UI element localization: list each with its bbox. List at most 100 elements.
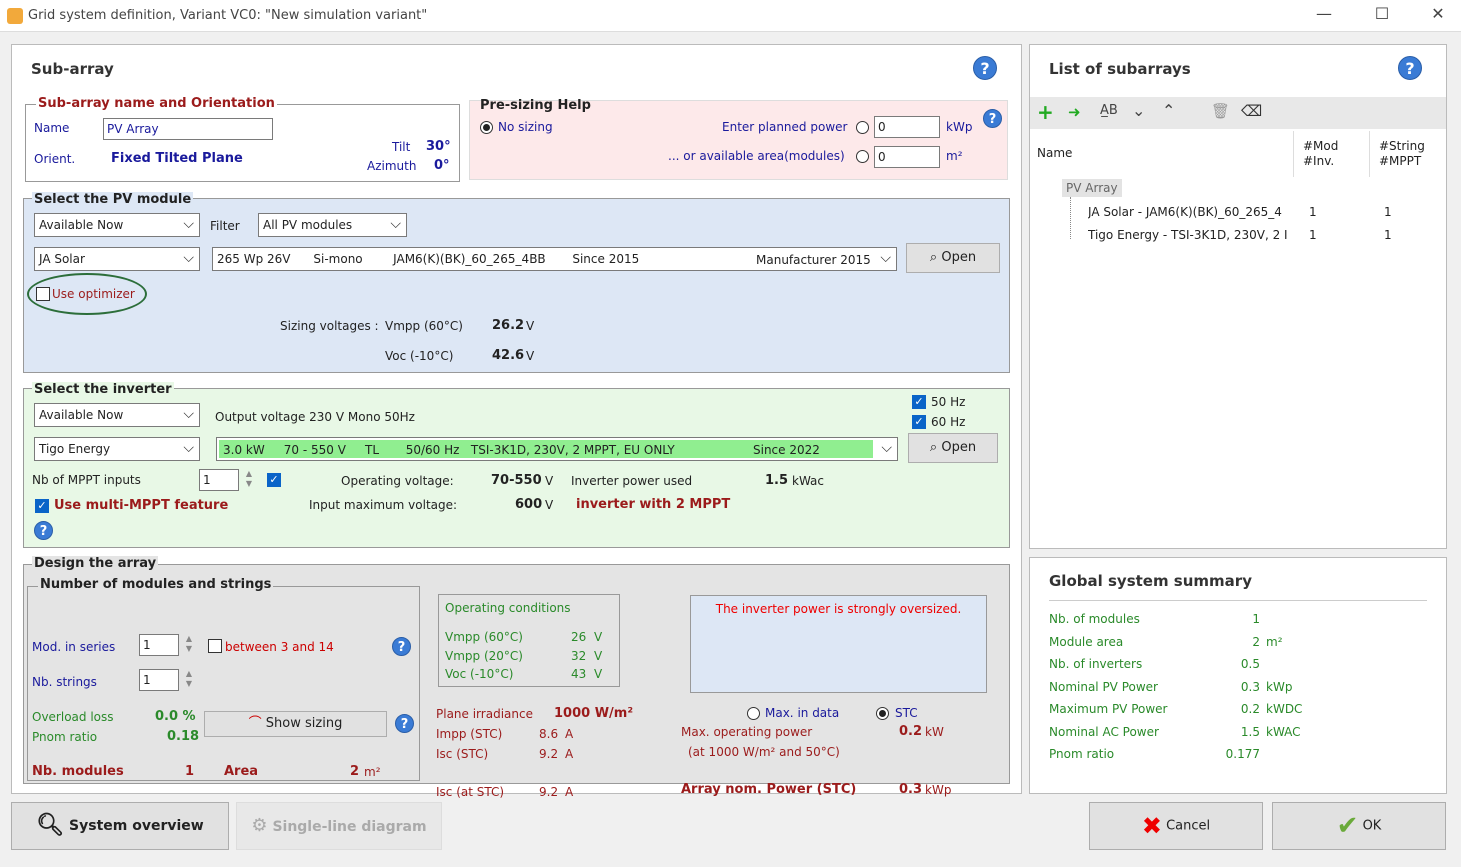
eraser-icon[interactable]: ⌫ bbox=[1241, 102, 1262, 120]
inverter-power-label: Inverter power used bbox=[571, 474, 693, 488]
available-area-input[interactable]: 0 bbox=[874, 146, 940, 168]
subarray-panel: Sub-array ? Sub-array name and Orientati… bbox=[11, 44, 1022, 799]
module-manufacturer-select[interactable]: JA Solar ⌵ bbox=[34, 247, 200, 271]
summary-divider bbox=[1049, 600, 1427, 601]
col-mod-label: #Mod bbox=[1303, 139, 1339, 153]
array-nom-power-unit: kWp bbox=[925, 783, 952, 797]
col-string-header: #String #MPPT bbox=[1379, 139, 1425, 169]
tree-item-inverter[interactable]: Tigo Energy - TSI-3K1D, 230V, 2 I bbox=[1088, 228, 1294, 242]
chevron-up-icon[interactable]: ⌃ bbox=[1162, 101, 1175, 120]
inverter-availability-select[interactable]: Available Now ⌵ bbox=[34, 403, 200, 427]
input-max-voltage-unit: V bbox=[545, 498, 554, 512]
name-orientation-group: Sub-array name and Orientation Name PV A… bbox=[25, 96, 460, 182]
summary-label: Module area bbox=[1049, 634, 1124, 649]
inverter-open-button[interactable]: ⌕ Open bbox=[908, 433, 998, 463]
system-overview-button[interactable]: 🔍︎ System overview bbox=[11, 802, 229, 850]
opcond-row-label: Vmpp (20°C) bbox=[445, 649, 523, 663]
presizing-group: Pre-sizing Help No sizing Enter planned … bbox=[469, 98, 1008, 180]
name-label: Name bbox=[34, 121, 70, 135]
show-sizing-button[interactable]: ⌒ Show sizing bbox=[204, 711, 387, 737]
presizing-help-icon[interactable]: ? bbox=[983, 109, 1002, 128]
presizing-legend: Pre-sizing Help bbox=[480, 98, 591, 113]
tree-item-module-string: 1 bbox=[1384, 205, 1392, 219]
planned-power-input[interactable]: 0 bbox=[874, 116, 940, 138]
nb-mppt-input[interactable]: 1 bbox=[199, 469, 239, 491]
close-window-button[interactable]: ✕ bbox=[1424, 4, 1452, 23]
inverter-manufacturer-value: Tigo Energy bbox=[39, 442, 111, 456]
mod-series-help-icon[interactable]: ? bbox=[392, 637, 411, 656]
max-operating-power-condition: (at 1000 W/m² and 50°C) bbox=[688, 745, 840, 759]
subarray-help-icon[interactable]: ? bbox=[973, 56, 997, 80]
tilt-label: Tilt bbox=[392, 140, 411, 154]
chevron-down-icon: ⌵ bbox=[183, 406, 194, 422]
module-availability-select[interactable]: Available Now ⌵ bbox=[34, 213, 200, 237]
summary-label: Nb. of modules bbox=[1049, 612, 1140, 626]
maximize-button[interactable]: ☐ bbox=[1368, 4, 1396, 23]
tree-root-pv-array[interactable]: PV Array bbox=[1062, 179, 1122, 197]
app-icon bbox=[7, 8, 23, 24]
summary-value: 0.3 bbox=[1240, 679, 1260, 694]
summary-unit: kWDC bbox=[1266, 702, 1303, 716]
show-sizing-help-icon[interactable]: ? bbox=[395, 714, 414, 733]
single-line-diagram-button[interactable]: ⚙ Single-line diagram bbox=[236, 802, 442, 850]
search-icon: ⌕ bbox=[929, 250, 942, 265]
isc-at-stc-label: Isc (at STC) bbox=[436, 785, 505, 799]
name-input[interactable]: PV Array bbox=[103, 118, 273, 140]
use-optimizer-checkbox[interactable] bbox=[36, 287, 50, 301]
nb-mppt-checkbox[interactable]: ✓ bbox=[267, 473, 281, 487]
rename-icon[interactable]: A̲B bbox=[1100, 103, 1118, 118]
design-legend: Design the array bbox=[32, 556, 159, 571]
col-mod-header: #Mod #Inv. bbox=[1303, 139, 1338, 169]
multi-mppt-checkbox[interactable]: ✓ bbox=[35, 499, 49, 513]
available-area-radio[interactable] bbox=[856, 150, 869, 163]
vmpp-unit: V bbox=[526, 319, 535, 333]
summary-values: 1 2 0.5 0.3 0.2 1.5 0.177 bbox=[1220, 608, 1260, 766]
azimuth-label: Azimuth bbox=[367, 159, 417, 173]
input-max-voltage-value: 600 bbox=[515, 497, 543, 512]
nb-mppt-label: Nb of MPPT inputs bbox=[32, 473, 141, 487]
diagram-icon: ⚙ bbox=[251, 815, 268, 836]
tree-item-module[interactable]: JA Solar - JAM6(K)(BK)_60_265_4 bbox=[1088, 205, 1294, 219]
nb-modules-value: 1 bbox=[185, 764, 195, 779]
no-sizing-radio[interactable] bbox=[480, 121, 493, 134]
nb-mppt-spinner[interactable]: ▲ ▼ bbox=[244, 469, 254, 491]
mod-series-spinner[interactable]: ▲ ▼ bbox=[184, 634, 194, 656]
nb-strings-input[interactable]: 1 bbox=[139, 669, 179, 691]
chevron-down-icon[interactable]: ⌄ bbox=[1132, 101, 1145, 120]
trash-icon[interactable]: 🗑 bbox=[1211, 102, 1230, 120]
module-open-button[interactable]: ⌕ Open bbox=[906, 243, 1000, 273]
subarrays-toolbar: + ➜ A̲B ⌄ ⌃ 🗑 ⌫ bbox=[1030, 97, 1446, 129]
hz50-checkbox[interactable]: ✓ bbox=[912, 395, 926, 409]
module-model-select[interactable]: 265 Wp 26V Si-mono JAM6(K)(BK)_60_265_4B… bbox=[212, 247, 897, 271]
max-operating-power-unit: kW bbox=[925, 725, 944, 739]
minimize-button[interactable]: — bbox=[1310, 4, 1338, 23]
hz60-checkbox[interactable]: ✓ bbox=[912, 415, 926, 429]
ok-button[interactable]: ✔ OK bbox=[1272, 802, 1446, 850]
cancel-button[interactable]: ✖ Cancel bbox=[1089, 802, 1263, 850]
summary-label: Pnom ratio bbox=[1049, 747, 1115, 761]
module-model-value: 265 Wp 26V Si-mono JAM6(K)(BK)_60_265_4B… bbox=[217, 252, 640, 266]
tree-item-inverter-string: 1 bbox=[1384, 228, 1392, 242]
module-filter-select[interactable]: All PV modules ⌵ bbox=[258, 213, 407, 237]
inverter-help-icon[interactable]: ? bbox=[34, 521, 53, 540]
isc-at-stc-unit: A bbox=[565, 785, 574, 799]
mod-series-input[interactable]: 1 bbox=[139, 634, 179, 656]
subarrays-help-icon[interactable]: ? bbox=[1398, 56, 1422, 80]
isc-unit: A bbox=[565, 747, 574, 761]
planned-power-radio[interactable] bbox=[856, 121, 869, 134]
between-checkbox[interactable] bbox=[208, 639, 222, 653]
opcond-row-unit: V bbox=[594, 667, 603, 681]
summary-value: 0.177 bbox=[1225, 747, 1260, 761]
max-in-data-radio[interactable] bbox=[747, 707, 760, 720]
add-icon[interactable]: + bbox=[1037, 100, 1054, 124]
arrow-right-icon[interactable]: ➜ bbox=[1068, 103, 1081, 121]
mppt-note: inverter with 2 MPPT bbox=[576, 497, 731, 512]
inverter-manufacturer-select[interactable]: Tigo Energy ⌵ bbox=[34, 437, 200, 461]
summary-value: 0.5 bbox=[1240, 657, 1260, 671]
sizing-voltages-label: Sizing voltages : bbox=[280, 319, 379, 333]
module-availability-value: Available Now bbox=[39, 218, 124, 232]
nb-strings-spinner[interactable]: ▲ ▼ bbox=[184, 669, 194, 691]
inverter-model-select[interactable]: 3.0 kW 70 - 550 V TL 50/60 Hz TSI-3K1D, … bbox=[216, 437, 898, 461]
planned-power-label: Enter planned power bbox=[722, 120, 848, 134]
stc-radio[interactable] bbox=[876, 707, 889, 720]
